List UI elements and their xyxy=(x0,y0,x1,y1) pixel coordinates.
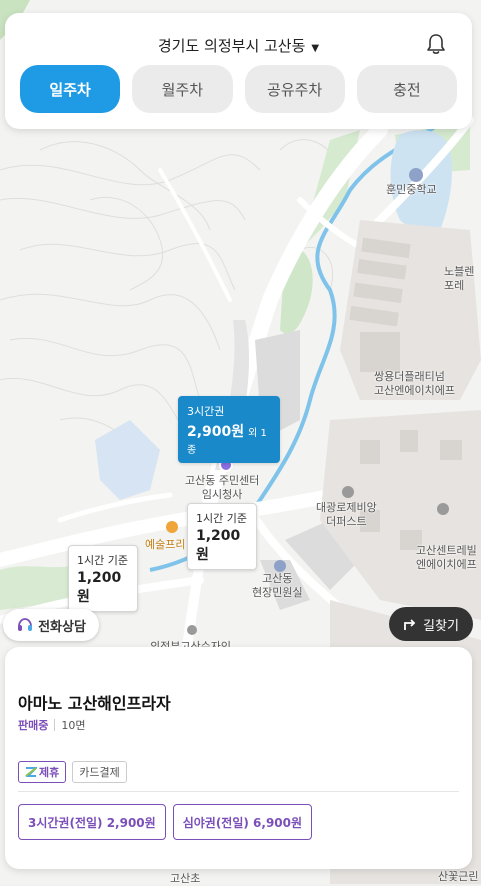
map-label-school: 훈민중학교 xyxy=(386,183,437,196)
top-panel: 경기도 의정부시 고산동 ▼ 일주차 월주차 공유주차 충전 xyxy=(5,13,472,129)
ticket-3hour[interactable]: 3시간권(전일) 2,900원 xyxy=(18,804,166,840)
parking-spot-count: 10면 xyxy=(61,719,86,732)
map-label-apartment1: 쌍용더플래티넘 고산엔에이치에프 xyxy=(374,370,455,397)
ticket-night[interactable]: 심야권(전일) 6,900원 xyxy=(172,804,313,840)
callout-tail xyxy=(215,551,227,558)
headset-icon xyxy=(18,618,33,631)
location-label: 경기도 의정부시 고산동 xyxy=(157,37,306,55)
callout-tail xyxy=(96,593,108,600)
ticket-options: 3시간권(전일) 2,900원 심야권(전일) 6,900원 xyxy=(18,804,313,840)
callout-price: 1,200원 xyxy=(77,570,122,605)
directions-button[interactable]: 길찾기 xyxy=(389,607,473,641)
callout-label: 3시간권 xyxy=(187,405,225,418)
partner-logo-icon xyxy=(25,767,37,777)
tab-monthly-parking[interactable]: 월주차 xyxy=(132,65,233,113)
price-callout[interactable]: 1시간 기준 1,200원 xyxy=(187,503,257,570)
price-callout[interactable]: 1시간 기준 1,200원 xyxy=(68,545,138,612)
parking-lot-card[interactable]: 아마노 고산해인프라자 판매중 10면 제휴 카드결제 3시간권(전일) 2,9… xyxy=(5,647,472,869)
tab-charging[interactable]: 충전 xyxy=(356,65,457,113)
divider xyxy=(54,719,56,731)
callout-tail xyxy=(220,446,232,453)
map-label-civil-office: 고산동 현장민원실 xyxy=(252,572,303,599)
parking-type-tabs: 일주차 월주차 공유주차 충전 xyxy=(20,65,457,113)
map-label-bottom2: 산꽃근린 xyxy=(438,870,479,883)
location-selector[interactable]: 경기도 의정부시 고산동 ▼ xyxy=(5,35,472,56)
bell-icon[interactable] xyxy=(426,33,446,55)
callout-label: 1시간 기준 xyxy=(196,512,247,525)
map-label-apartment3: 고산센트레빌 엔에이치에프 xyxy=(416,544,477,571)
callout-label: 1시간 기준 xyxy=(77,554,128,567)
turn-right-arrow-icon xyxy=(404,619,416,630)
divider xyxy=(18,791,459,792)
callout-price: 1,200원 xyxy=(196,528,241,563)
lot-tags: 제휴 카드결제 xyxy=(18,761,127,783)
tab-daily-parking[interactable]: 일주차 xyxy=(20,65,121,113)
card-payment-tag: 카드결제 xyxy=(72,761,127,783)
partner-tag: 제휴 xyxy=(18,761,67,783)
map-label-community-center: 고산동 주민센터 임시청사 xyxy=(185,474,260,501)
sale-status: 판매중 xyxy=(18,719,49,732)
map-label-apartment2: 대광로제비앙 더퍼스트 xyxy=(316,501,377,528)
map-label-art-school: 예술프리 xyxy=(145,538,186,551)
tab-shared-parking[interactable]: 공유주차 xyxy=(244,65,345,113)
caret-down-icon: ▼ xyxy=(311,43,320,54)
lot-status-row: 판매중 10면 xyxy=(18,717,86,733)
map-label-east-top: 노블렌 포레 xyxy=(444,265,475,292)
directions-label: 길찾기 xyxy=(423,618,459,634)
phone-consult-label: 전화상담 xyxy=(38,619,86,635)
parking-lot-name: 아마노 고산해인프라자 xyxy=(18,694,171,713)
phone-consult-button[interactable]: 전화상담 xyxy=(3,609,99,641)
